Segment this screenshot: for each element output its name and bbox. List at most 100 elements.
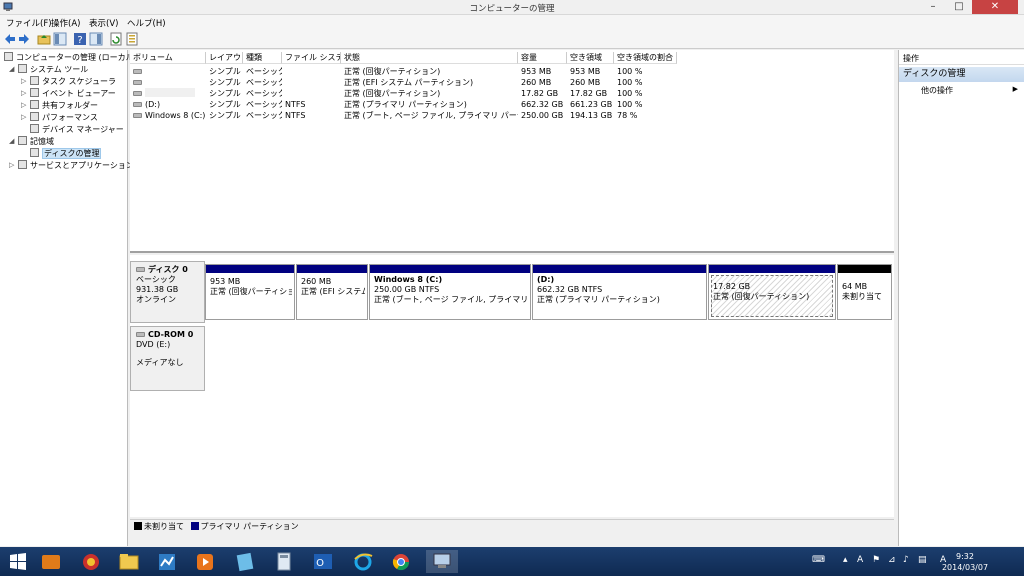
- menu-action[interactable]: 操作(A): [51, 17, 80, 29]
- other-actions-item[interactable]: 他の操作: [921, 85, 1021, 96]
- tree-disk-management[interactable]: ディスクの管理: [30, 148, 102, 159]
- maximize-button[interactable]: □: [946, 0, 972, 14]
- partition-windows-c[interactable]: Windows 8 (C:) 250.00 GB NTFS 正常 (ブート, ページ…: [369, 264, 531, 320]
- primary-swatch: [190, 522, 199, 530]
- computer-management-task-icon[interactable]: [426, 550, 458, 573]
- taskbar: O ⌨ ▴ A ⚑ ⊿ ♪ ▤ A 9:32 2014/03/07: [0, 547, 1024, 576]
- table-row[interactable]: シンプル ベーシック 正常 (回復パーティション) 17.82 GB 17.82…: [130, 88, 894, 99]
- expand-arrow-icon[interactable]: ▷: [9, 160, 14, 171]
- expand-arrow-icon[interactable]: ▷: [21, 100, 26, 111]
- show-hide-tree-icon[interactable]: [53, 32, 67, 46]
- tree-device-manager[interactable]: デバイス マネージャー: [30, 124, 124, 135]
- media-player-icon[interactable]: [193, 550, 217, 573]
- window-title: コンピューターの管理: [469, 4, 555, 14]
- disk-management-icon: [30, 148, 39, 157]
- col-free-space[interactable]: 空き領域: [567, 52, 614, 64]
- disk0-label[interactable]: ディスク 0 ベーシック 931.38 GB オンライン: [130, 261, 205, 323]
- acrobat-icon[interactable]: A: [857, 555, 863, 565]
- computer-icon: [4, 52, 13, 61]
- toolbar: ?: [0, 30, 1024, 49]
- table-row[interactable]: シンプル ベーシック 正常 (回復パーティション) 953 MB 953 MB …: [130, 66, 894, 77]
- menu-view[interactable]: 表示(V): [89, 17, 118, 29]
- title-bar: コンピューターの管理 – □ ✕: [0, 0, 1024, 15]
- drive-icon: [133, 113, 142, 118]
- expand-arrow-icon[interactable]: ▷: [21, 112, 26, 123]
- svg-text:?: ?: [77, 35, 82, 46]
- keyboard-icon[interactable]: ⌨: [812, 555, 825, 565]
- tree-event-viewer[interactable]: ▷ イベント ビューアー: [21, 88, 116, 99]
- expand-arrow-icon[interactable]: ▷: [21, 76, 26, 87]
- outlook-icon[interactable]: O: [311, 550, 335, 573]
- collapse-arrow-icon[interactable]: ◢: [9, 136, 14, 147]
- tree-root[interactable]: コンピューターの管理 (ローカル): [4, 52, 137, 63]
- tree-system-tools[interactable]: ◢ システム ツール: [9, 64, 88, 75]
- show-hide-action-pane-icon[interactable]: [89, 32, 103, 46]
- volume-icon[interactable]: ♪: [903, 555, 909, 565]
- event-log-icon: [30, 88, 39, 97]
- minimize-button[interactable]: –: [920, 0, 946, 14]
- drive-icon: [133, 102, 142, 107]
- partition-recovery-1[interactable]: 953 MB正常 (回復パーティション): [205, 264, 295, 320]
- col-status[interactable]: 状態: [341, 52, 518, 64]
- services-icon: [18, 160, 27, 169]
- help-icon[interactable]: ?: [73, 32, 87, 46]
- app-icon-2[interactable]: [79, 550, 103, 573]
- system-clock[interactable]: 9:32 2014/03/07: [930, 551, 1000, 573]
- col-type[interactable]: 種類: [243, 52, 282, 64]
- cd-drive-icon: [136, 332, 145, 337]
- col-filesystem[interactable]: ファイル システム: [282, 52, 341, 64]
- drive-icon: [133, 69, 142, 74]
- table-row[interactable]: Windows 8 (C:) シンプル ベーシック NTFS 正常 (ブート, …: [130, 110, 894, 121]
- app-icon-3[interactable]: [155, 550, 179, 573]
- action-center-icon[interactable]: ▤: [918, 555, 927, 565]
- properties-icon[interactable]: [125, 32, 139, 46]
- drive-icon: [133, 91, 142, 96]
- tree-services-apps[interactable]: ▷ サービスとアプリケーション: [9, 160, 134, 171]
- table-row[interactable]: (D:) シンプル ベーシック NTFS 正常 (プライマリ パーティション) …: [130, 99, 894, 110]
- partition-recovery-2[interactable]: 17.82 GB 正常 (回復パーティション): [708, 264, 836, 320]
- tree-shared-folders[interactable]: ▷ 共有フォルダー: [21, 100, 98, 111]
- unallocated-swatch: [134, 522, 142, 530]
- menu-help[interactable]: ヘルプ(H): [127, 17, 166, 29]
- partition-d[interactable]: (D:) 662.32 GB NTFS 正常 (プライマリ パーティション): [532, 264, 707, 320]
- forward-arrow-icon[interactable]: [17, 32, 31, 46]
- chevron-right-icon: ▶: [1012, 85, 1018, 93]
- partition-legend: 未割り当て プライマリ パーティション: [130, 519, 894, 533]
- menu-file[interactable]: ファイル(F): [6, 17, 52, 29]
- col-volume[interactable]: ボリューム: [130, 52, 206, 64]
- tree-performance[interactable]: ▷ パフォーマンス: [21, 112, 98, 123]
- volume-list: ボリューム レイアウト 種類 ファイル システム 状態 容量 空き領域 空き領域…: [130, 50, 894, 253]
- calculator-icon[interactable]: [272, 550, 296, 573]
- actions-section-disk-management[interactable]: ディスクの管理: [899, 67, 1024, 82]
- flag-icon[interactable]: ⚑: [872, 555, 880, 565]
- table-row[interactable]: シンプル ベーシック 正常 (EFI システム パーティション) 260 MB …: [130, 77, 894, 88]
- navigation-tree: コンピューターの管理 (ローカル) ◢ システム ツール ▷ タスク スケジューラ …: [0, 50, 137, 546]
- close-button[interactable]: ✕: [972, 0, 1018, 14]
- notes-icon[interactable]: [233, 550, 257, 573]
- tray-overflow-icon[interactable]: ▴: [843, 555, 848, 565]
- menu-bar: ファイル(F) 操作(A) 表示(V) ヘルプ(H): [0, 15, 1024, 30]
- chrome-icon[interactable]: [389, 550, 413, 573]
- partition-unallocated[interactable]: 64 MB 未割り当て: [837, 264, 892, 320]
- back-arrow-icon[interactable]: [3, 32, 17, 46]
- internet-explorer-icon[interactable]: [351, 550, 375, 573]
- tree-task-scheduler[interactable]: ▷ タスク スケジューラ: [21, 76, 116, 87]
- collapse-arrow-icon[interactable]: ◢: [9, 64, 14, 75]
- partition-efi[interactable]: 260 MB 正常 (EFI システム: [296, 264, 368, 320]
- tree-storage[interactable]: ◢ 記憶域: [9, 136, 54, 147]
- device-manager-icon: [30, 124, 39, 133]
- col-layout[interactable]: レイアウト: [206, 52, 243, 64]
- disk-map: ディスク 0 ベーシック 931.38 GB オンライン 953 MB 正常 (回…: [130, 255, 894, 517]
- file-explorer-icon[interactable]: [117, 550, 141, 573]
- col-free-percent[interactable]: 空き領域の割合: [614, 52, 677, 64]
- up-folder-icon[interactable]: [37, 32, 51, 46]
- performance-icon: [30, 112, 39, 121]
- app-icon-1[interactable]: [39, 550, 63, 573]
- expand-arrow-icon[interactable]: ▷: [21, 88, 26, 99]
- action-pane: 操作 ディスクの管理 他の操作 ▶: [898, 50, 1024, 546]
- windows-start-icon[interactable]: [6, 550, 30, 573]
- refresh-icon[interactable]: [109, 32, 123, 46]
- network-icon[interactable]: ⊿: [888, 555, 896, 565]
- col-capacity[interactable]: 容量: [518, 52, 567, 64]
- cdrom0-label[interactable]: CD-ROM 0 DVD (E:) メディアなし: [130, 326, 205, 391]
